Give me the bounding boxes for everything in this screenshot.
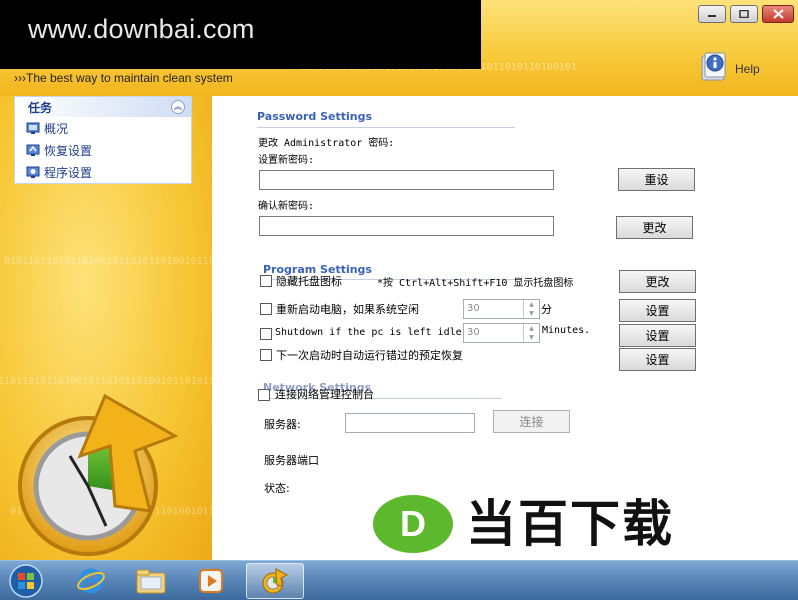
hide-tray-change-button[interactable]: 更改	[619, 270, 696, 293]
shutdown-unit-label: Minutes.	[542, 325, 591, 336]
sidebar: 0101101101011010010110101101001011010110…	[0, 96, 212, 560]
sidebar-item-restore-settings[interactable]: 恢复设置	[15, 139, 191, 161]
task-panel-header[interactable]: 任务 ︽	[15, 97, 191, 117]
sidebar-item-label: 恢复设置	[44, 143, 93, 158]
restart-unit-label: 分	[541, 303, 552, 316]
down-arrow-icon[interactable]: ▼	[524, 309, 539, 318]
watermark-text: www.downbai.com	[28, 14, 255, 44]
brand-text: 当百下载	[466, 495, 674, 553]
down-arrow-icon[interactable]: ▼	[524, 333, 539, 342]
restart-set-button[interactable]: 设置	[619, 299, 696, 322]
taskbar	[0, 560, 798, 600]
app-logo	[18, 393, 179, 556]
shutdown-set-button[interactable]: 设置	[619, 324, 696, 347]
reset-button[interactable]: 重设	[618, 168, 695, 191]
restart-minutes-stepper[interactable]: 30 ▲ ▼	[463, 299, 540, 319]
task-panel: 任务 ︽ 概况 恢复设置 程序设置	[14, 96, 192, 184]
tagline: ›››The best way to maintain clean system	[14, 71, 233, 85]
close-icon	[772, 9, 784, 19]
shutdown-minutes-stepper[interactable]: 30 ▲ ▼	[463, 323, 540, 343]
new-password-label: 设置新密码:	[258, 155, 315, 166]
sidebar-item-label: 程序设置	[44, 165, 93, 180]
confirm-password-label: 确认新密码:	[258, 201, 315, 212]
program-settings-icon	[26, 166, 40, 178]
start-orb-icon	[9, 564, 43, 598]
shutdown-idle-label: Shutdown if the pc is left idle	[275, 327, 462, 338]
media-player-icon	[199, 569, 223, 593]
section-divider	[257, 127, 515, 128]
server-input[interactable]	[345, 413, 475, 433]
change-password-button[interactable]: 更改	[616, 216, 693, 239]
collapse-icon[interactable]: ︽	[171, 100, 185, 114]
internet-explorer-icon	[77, 568, 105, 594]
connect-button[interactable]: 连接	[493, 410, 570, 433]
shutdown-minutes-value: 30	[467, 327, 480, 338]
brand-logo-letter: D	[400, 503, 426, 544]
server-label: 服务器:	[264, 418, 301, 431]
run-missed-checkbox[interactable]	[260, 349, 272, 361]
help-info-icon	[701, 52, 726, 81]
connect-console-label: 连接网络管理控制台	[275, 388, 374, 401]
window-border	[788, 96, 798, 560]
password-section-title: Password Settings	[257, 110, 373, 123]
app-header: 0101101101011010010110101101001011010110…	[0, 0, 798, 96]
task-panel-title: 任务	[28, 100, 53, 115]
restart-minutes-value: 30	[467, 303, 480, 314]
taskbar-media-player[interactable]	[182, 563, 240, 599]
restart-idle-label: 重新启动电脑，如果系统空闲	[276, 303, 419, 316]
overview-icon	[26, 122, 40, 134]
run-missed-label: 下一次启动时自动运行错过的预定恢复	[276, 349, 463, 362]
stepper-arrows[interactable]: ▲ ▼	[523, 300, 539, 318]
minimize-icon	[708, 15, 716, 17]
change-admin-password-label: 更改 Administrator 密码:	[258, 138, 395, 149]
restart-idle-checkbox[interactable]	[260, 303, 272, 315]
taskbar-file-explorer[interactable]	[122, 563, 180, 599]
confirm-password-input[interactable]	[259, 216, 554, 236]
help-label: Help	[735, 62, 760, 76]
minimize-button[interactable]	[698, 5, 726, 23]
restore-settings-icon	[26, 144, 40, 156]
watermark-banner: www.downbai.com	[0, 0, 481, 69]
maximize-button[interactable]	[730, 5, 758, 23]
connect-console-checkbox[interactable]	[258, 389, 270, 401]
up-arrow-icon[interactable]: ▲	[524, 324, 539, 333]
new-password-input[interactable]	[259, 170, 554, 190]
status-label: 状态:	[264, 482, 290, 495]
sidebar-binary-pattern: 0101101101011010010110101101001011010110…	[4, 256, 212, 267]
hide-tray-checkbox[interactable]	[260, 275, 272, 287]
sidebar-item-label: 概况	[44, 121, 69, 136]
hide-tray-hint: *按 Ctrl+Alt+Shift+F10 显示托盘图标	[377, 278, 574, 289]
sidebar-item-overview[interactable]: 概况	[15, 117, 191, 139]
hide-tray-label: 隐藏托盘图标	[276, 275, 342, 288]
brand-watermark: D 当百下载	[370, 493, 740, 555]
maximize-icon	[739, 10, 749, 18]
sidebar-item-program-settings[interactable]: 程序设置	[15, 161, 191, 183]
taskbar-active-app[interactable]	[246, 563, 304, 599]
start-button[interactable]	[0, 563, 52, 599]
run-missed-set-button[interactable]: 设置	[619, 348, 696, 371]
taskbar-internet-explorer[interactable]	[62, 563, 120, 599]
help-button[interactable]: Help	[694, 46, 794, 86]
stepper-arrows[interactable]: ▲ ▼	[523, 324, 539, 342]
main-panel: Password Settings 更改 Administrator 密码: 设…	[212, 96, 798, 560]
file-explorer-icon	[136, 569, 166, 594]
close-button[interactable]	[762, 5, 794, 23]
shutdown-idle-checkbox[interactable]	[260, 328, 272, 340]
up-arrow-icon[interactable]: ▲	[524, 300, 539, 309]
app-icon	[262, 568, 289, 594]
server-port-label: 服务器端口	[264, 454, 319, 467]
brand-logo-icon: D	[373, 495, 453, 553]
